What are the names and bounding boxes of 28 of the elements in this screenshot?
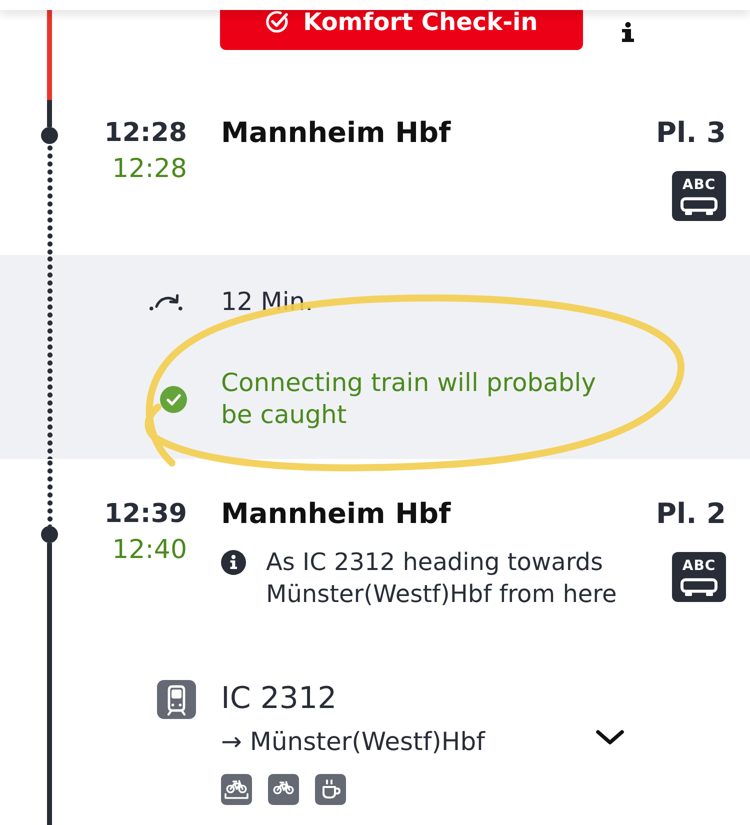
coach-icon [680,197,718,216]
info-icon[interactable] [620,22,636,42]
coffee-cup-icon [315,774,346,805]
curved-arrow-icon [149,293,183,311]
chevron-down-icon[interactable] [595,729,625,746]
coach-sequence-button[interactable]: ABC [672,552,726,602]
station-name: Mannheim Hbf [221,115,451,151]
scheduled-time: 12:28 [104,117,187,150]
train-front-icon [157,680,196,719]
actual-time: 12:28 [112,153,187,186]
scheduled-time: 12:39 [104,498,187,531]
info-icon [221,550,246,575]
stop-note-text: As IC 2312 heading towards Münster(Westf)Hbf from here [266,547,618,610]
bicycle-icon [268,774,299,805]
check-circle-icon [265,10,290,34]
bicycle-tray-icon [221,774,252,805]
actual-time: 12:40 [112,534,187,567]
coach-sequence-button[interactable]: ABC [672,171,726,221]
connection-status: Connecting train will probably be caught [221,367,598,431]
train-direction: → Münster(Westf)Hbf [221,726,485,758]
station-name: Mannheim Hbf [221,496,451,532]
check-in-button[interactable]: Komfort Check-in [220,10,583,50]
train-name: IC 2312 [221,680,337,718]
stop-dot-icon [41,526,58,543]
coach-icon [680,578,718,597]
platform-label: Pl. 3 [656,115,726,151]
stop-dot-icon [41,127,58,144]
platform-label: Pl. 2 [656,496,726,532]
